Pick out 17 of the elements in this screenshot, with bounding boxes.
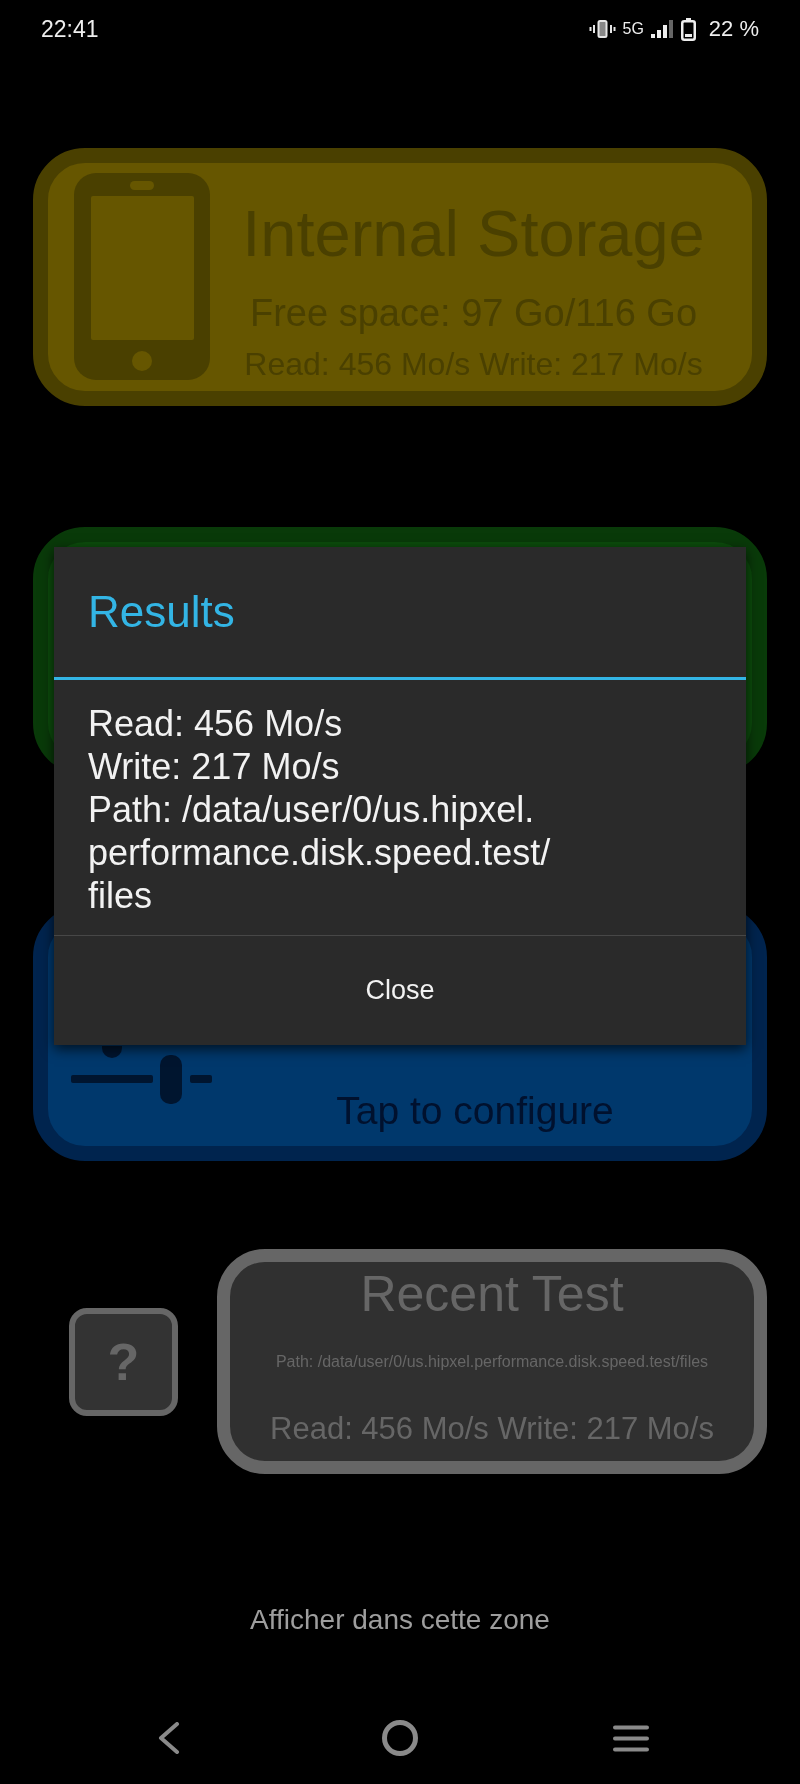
vibrate-icon bbox=[588, 20, 616, 38]
help-button[interactable]: ? bbox=[69, 1307, 178, 1416]
back-icon[interactable] bbox=[158, 1722, 180, 1754]
network-type: 5G bbox=[622, 19, 644, 39]
close-button[interactable]: Close bbox=[54, 936, 746, 1045]
battery-percent: 22 % bbox=[708, 16, 759, 42]
signal-icon bbox=[650, 20, 674, 38]
battery-icon bbox=[680, 17, 696, 41]
dialog-title: Results bbox=[88, 586, 235, 638]
sliders-icon bbox=[71, 1046, 212, 1104]
display-area-option[interactable]: Afficher dans cette zone bbox=[250, 1603, 550, 1637]
home-icon[interactable] bbox=[382, 1720, 418, 1756]
configure-hint: Tap to configure bbox=[336, 1088, 614, 1134]
status-time: 22:41 bbox=[41, 15, 99, 43]
results-message: Read: 456 Mo/s Write: 217 Mo/s Path: /data/user/0/us.hipxel. performance.disk.speed.test/ files bbox=[88, 702, 552, 917]
menu-icon[interactable] bbox=[613, 1724, 649, 1752]
phone-icon bbox=[74, 173, 210, 380]
